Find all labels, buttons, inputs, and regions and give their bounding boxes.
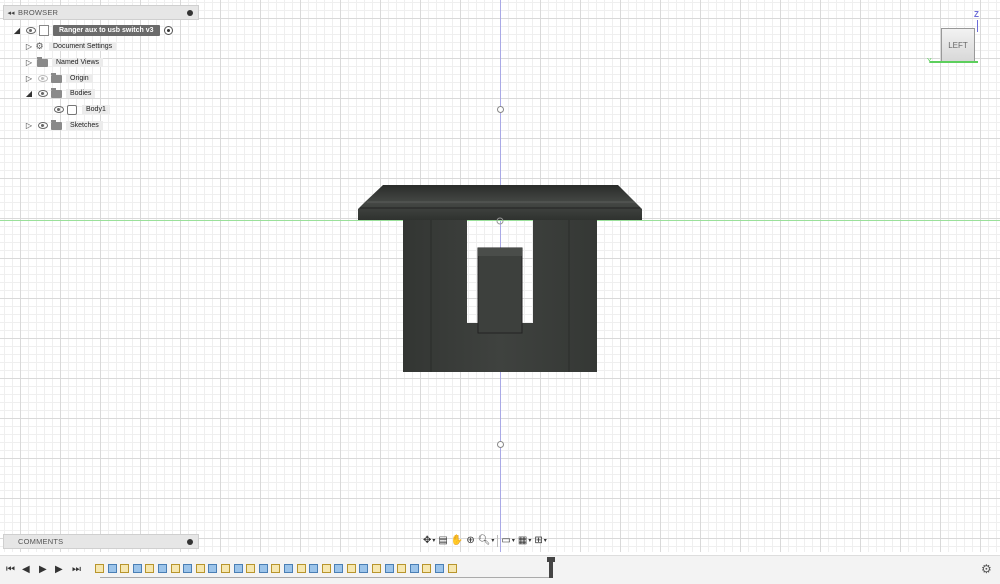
sketch-point[interactable]: [497, 106, 504, 113]
timeline-sketch-feature[interactable]: [447, 564, 457, 573]
body-icon: [67, 104, 77, 115]
view-cube[interactable]: Z LEFT Y: [926, 10, 986, 70]
timeline-sketch-feature[interactable]: [271, 564, 281, 573]
browser-panel-header[interactable]: ◂◂ BROWSER: [3, 5, 199, 20]
timeline-body-feature[interactable]: [157, 564, 167, 573]
sketch-point[interactable]: [497, 441, 504, 448]
timeline-sketch-feature[interactable]: [195, 564, 205, 573]
y-axis-indicator: [930, 61, 978, 63]
timeline-sketch-feature[interactable]: [346, 564, 356, 573]
timeline-sketch-feature[interactable]: [170, 564, 180, 573]
play-icon[interactable]: ▶: [39, 564, 47, 575]
timeline-sketch-feature[interactable]: [321, 564, 331, 573]
z-axis-indicator: [977, 20, 978, 32]
visibility-eye-icon[interactable]: [37, 122, 48, 129]
pan-icon[interactable]: ✋: [451, 534, 463, 548]
comments-panel-header[interactable]: COMMENTS: [3, 534, 199, 549]
timeline-body-feature[interactable]: [132, 564, 142, 573]
browser-item-named-views[interactable]: ▷ Named Views: [24, 56, 104, 69]
timeline-body-feature[interactable]: [208, 564, 218, 573]
display-settings-icon[interactable]: ▭ ▾: [501, 534, 514, 548]
visibility-eye-icon[interactable]: [53, 106, 64, 113]
browser-root-row[interactable]: ◢ Ranger aux to usb switch v3: [12, 24, 173, 37]
timeline-sketch-feature[interactable]: [246, 564, 256, 573]
timeline-sketch-feature[interactable]: [397, 564, 407, 573]
timeline-body-feature[interactable]: [409, 564, 419, 573]
timeline-body-feature[interactable]: [258, 564, 268, 573]
collapse-panel-icon[interactable]: ◂◂: [4, 9, 18, 17]
grid-icon[interactable]: ⊞ ▾: [534, 534, 546, 548]
timeline-sketch-feature[interactable]: [95, 564, 104, 573]
zoom-icon[interactable]: 🔍︎ ▾: [478, 534, 495, 548]
collapse-triangle-icon[interactable]: ◢: [12, 26, 22, 35]
timeline-body-feature[interactable]: [435, 564, 445, 573]
browser-item-origin[interactable]: ▷ Origin: [24, 72, 93, 85]
browser-item-bodies[interactable]: ◢ Bodies: [24, 87, 96, 100]
browser-item-document-settings[interactable]: ▷ ⚙ Document Settings: [24, 40, 117, 53]
z-axis-label: Z: [974, 10, 979, 19]
visibility-eye-icon[interactable]: [37, 75, 48, 82]
browser-item-sketches[interactable]: ▷ Sketches: [24, 119, 103, 132]
folder-icon: [51, 72, 62, 83]
timeline-sketch-feature[interactable]: [120, 564, 130, 573]
visual-style-icon[interactable]: ▦ ▾: [518, 534, 531, 548]
visibility-eye-icon[interactable]: [37, 90, 48, 97]
visibility-eye-icon[interactable]: [25, 27, 36, 34]
collapse-triangle-icon[interactable]: ◢: [24, 89, 34, 98]
timeline-sketch-feature[interactable]: [372, 564, 382, 573]
timeline-body-feature[interactable]: [309, 564, 319, 573]
settings-gear-icon[interactable]: ⚙: [981, 562, 992, 576]
timeline-sketch-feature[interactable]: [296, 564, 306, 573]
browser-root-label[interactable]: Ranger aux to usb switch v3: [53, 25, 160, 36]
timeline-sketch-feature[interactable]: [145, 564, 155, 573]
expand-triangle-icon[interactable]: ▷: [24, 58, 34, 67]
pin-icon[interactable]: [187, 9, 193, 16]
go-to-start-icon[interactable]: ⏮: [6, 564, 15, 575]
zoom-window-icon[interactable]: ⊕: [466, 534, 474, 548]
browser-item-body1[interactable]: Body1: [50, 103, 110, 116]
timeline-body-feature[interactable]: [283, 564, 293, 573]
timeline-features: [95, 564, 457, 573]
folder-icon: [51, 119, 62, 130]
look-at-icon[interactable]: ▤: [438, 534, 447, 548]
expand-triangle-icon[interactable]: ▷: [24, 121, 34, 130]
folder-icon: [51, 87, 62, 98]
timeline-body-feature[interactable]: [334, 564, 344, 573]
view-cube-face-left[interactable]: LEFT: [941, 28, 975, 62]
folder-icon: [37, 56, 48, 67]
design-viewport[interactable]: [0, 0, 1000, 552]
navigation-toolbar: ✥ ▾ ▤ ✋ ⊕ 🔍︎ ▾ ▭ ▾ ▦ ▾ ⊞ ▾: [423, 533, 547, 548]
expand-triangle-icon[interactable]: ▷: [24, 74, 34, 83]
timeline-marker[interactable]: [547, 557, 555, 578]
timeline-body-feature[interactable]: [233, 564, 243, 573]
timeline-track: [100, 577, 550, 578]
timeline: ⏮ ◀ ▶ ▶ ⏭ ⚙: [0, 555, 1000, 584]
document-icon: [39, 25, 49, 36]
timeline-body-feature[interactable]: [107, 564, 117, 573]
gear-icon: ⚙: [35, 41, 44, 51]
expand-triangle-icon[interactable]: ▷: [24, 42, 34, 51]
timeline-body-feature[interactable]: [384, 564, 394, 573]
timeline-body-feature[interactable]: [183, 564, 193, 573]
model-body[interactable]: [355, 182, 647, 376]
step-forward-icon[interactable]: ▶: [55, 564, 63, 575]
go-to-end-icon[interactable]: ⏭: [72, 564, 81, 575]
timeline-sketch-feature[interactable]: [220, 564, 230, 573]
timeline-body-feature[interactable]: [359, 564, 369, 573]
activate-radio-icon[interactable]: [163, 26, 173, 35]
orbit-icon[interactable]: ✥ ▾: [423, 534, 435, 548]
step-back-icon[interactable]: ◀: [22, 564, 30, 575]
add-comment-icon[interactable]: [187, 538, 193, 545]
y-axis-label: Y: [927, 58, 932, 65]
timeline-sketch-feature[interactable]: [422, 564, 432, 573]
